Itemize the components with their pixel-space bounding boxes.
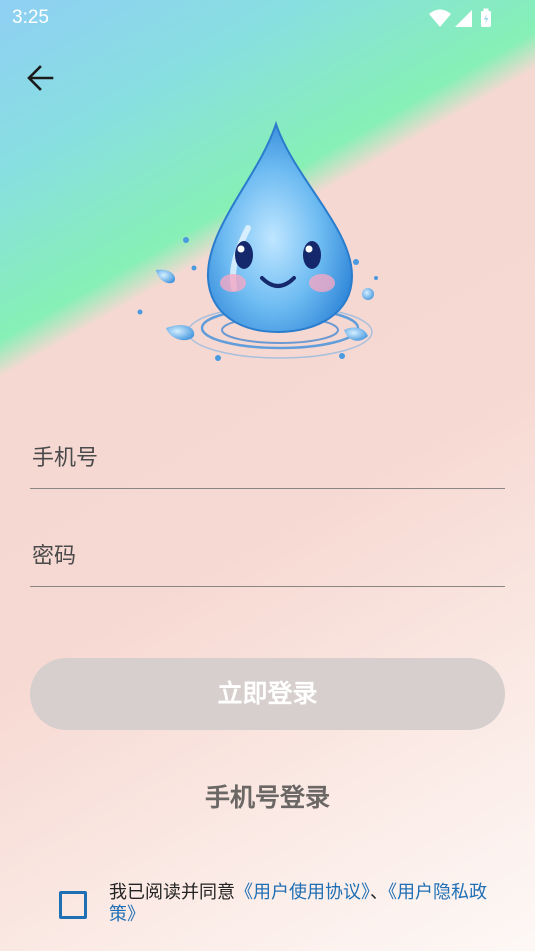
status-bar: 3:25 (0, 0, 535, 36)
arrow-left-icon (27, 65, 54, 91)
status-icons (429, 8, 491, 27)
phone-input[interactable] (30, 428, 507, 488)
signal-icon (455, 10, 472, 27)
agreement-text: 我已阅读并同意《用户使用协议》、《用户隐私政策》 (109, 882, 499, 926)
user-agreement-link[interactable]: 《用户使用协议》 (235, 882, 370, 903)
status-time: 3:25 (12, 7, 49, 28)
battery-icon (481, 8, 491, 27)
password-field (30, 526, 507, 587)
phone-field (30, 428, 507, 489)
water-drop-mascot (137, 120, 378, 361)
drop-body (206, 120, 354, 334)
phone-login-link[interactable]: 手机号登录 (0, 778, 535, 814)
agreement-checkbox[interactable] (59, 891, 87, 919)
password-input[interactable] (30, 526, 507, 586)
agreement-separator: 、 (370, 882, 388, 903)
login-button[interactable]: 立即登录 (30, 658, 505, 730)
agreement-prefix: 我已阅读并同意 (109, 882, 235, 903)
wifi-icon (429, 9, 451, 27)
back-button[interactable] (20, 58, 64, 98)
